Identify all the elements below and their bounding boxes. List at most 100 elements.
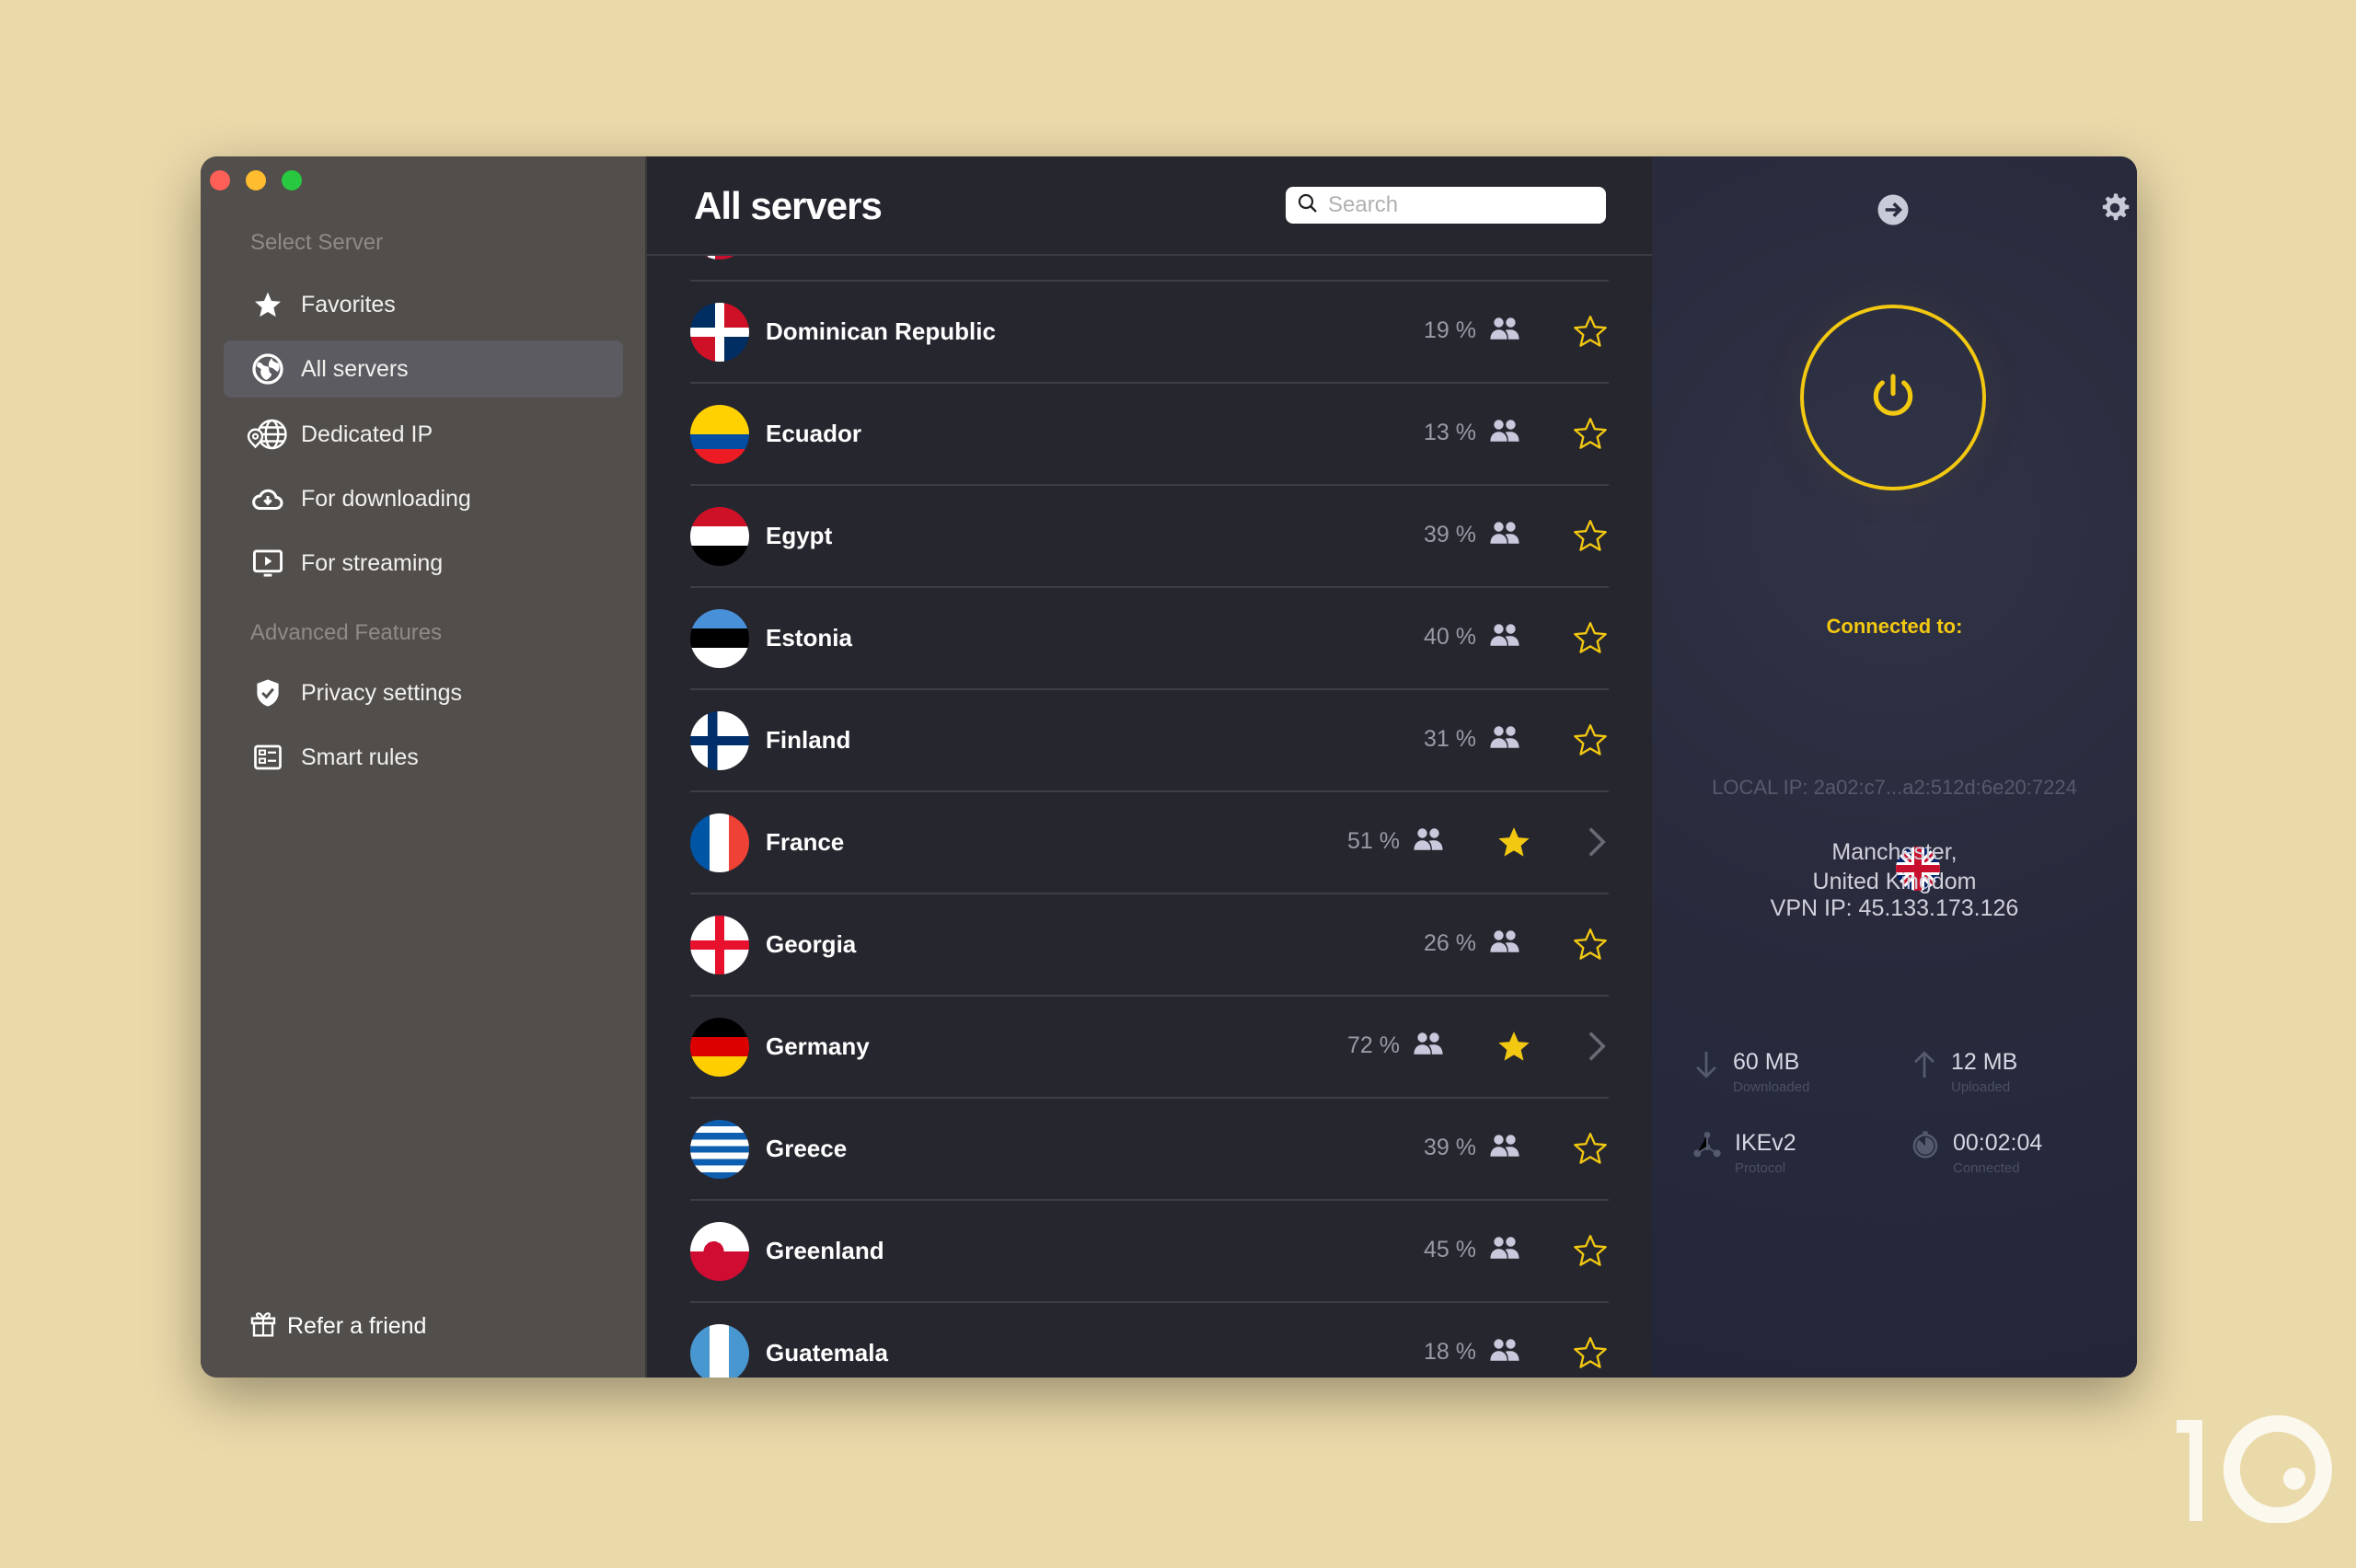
- close-button[interactable]: [210, 170, 230, 190]
- users-icon: [1413, 1032, 1444, 1060]
- server-row[interactable]: Finland 31 %: [690, 690, 1609, 792]
- sidebar-item-label: For streaming: [301, 549, 444, 576]
- server-load: 19 %: [1424, 317, 1476, 343]
- sidebar-item-privacy-settings[interactable]: Privacy settings: [224, 664, 623, 721]
- users-icon: [1489, 317, 1520, 345]
- star-outline-icon[interactable]: [1572, 1334, 1609, 1376]
- server-load: 45 %: [1424, 1237, 1476, 1262]
- users-icon: [1489, 521, 1520, 549]
- zoom-button[interactable]: [282, 170, 302, 190]
- flag-icon-do: [690, 302, 749, 362]
- downloaded-label: Downloaded: [1733, 1079, 1810, 1095]
- server-load: 39 %: [1424, 522, 1476, 548]
- server-country: United Kingdom: [1812, 869, 1977, 894]
- sidebar-item-label: For downloading: [301, 485, 471, 512]
- globe-pin-icon: [246, 418, 290, 451]
- uploaded-stat: 12 MB Uploaded: [1911, 1049, 2017, 1095]
- server-name: Germany: [766, 1032, 870, 1060]
- users-icon: [1489, 419, 1520, 447]
- connection-panel: Connected to: Manchester, United Kingdom…: [1652, 156, 2137, 1378]
- users-icon: [1489, 1338, 1520, 1366]
- star-outline-icon[interactable]: [1572, 1232, 1609, 1274]
- connect-power-button[interactable]: [1800, 305, 1986, 490]
- section-label-select-server: Select Server: [250, 230, 384, 255]
- flag-icon-ge: [690, 915, 749, 974]
- refer-label: Refer a friend: [287, 1313, 427, 1339]
- sidebar-item-for-streaming[interactable]: For streaming: [224, 535, 623, 592]
- server-load: 13 %: [1424, 420, 1476, 445]
- chevron-right-icon[interactable]: [1587, 825, 1607, 863]
- search-icon: [1297, 192, 1319, 219]
- flag-icon-eg: [690, 506, 749, 566]
- server-load: 31 %: [1424, 726, 1476, 752]
- star-outline-icon[interactable]: [1572, 721, 1609, 763]
- star-outline-icon[interactable]: [1572, 926, 1609, 967]
- server-row[interactable]: Georgia 26 %: [690, 894, 1609, 997]
- sidebar-item-label: Privacy settings: [301, 679, 463, 706]
- gift-icon: [248, 1309, 278, 1344]
- star-outline-icon[interactable]: [1572, 313, 1609, 354]
- sidebar: Select Server Favorites All servers Dedi…: [201, 156, 647, 1378]
- protocol-stat: IKEv2 Protocol: [1692, 1130, 1796, 1176]
- shield-check-icon: [246, 678, 290, 708]
- server-row[interactable]: Egypt 39 %: [690, 486, 1609, 588]
- section-label-advanced-features: Advanced Features: [250, 620, 443, 645]
- chevron-right-icon[interactable]: [1587, 1030, 1607, 1067]
- server-row[interactable]: Estonia 40 %: [690, 588, 1609, 690]
- downloaded-stat: 60 MB Downloaded: [1692, 1049, 1809, 1095]
- star-outline-icon[interactable]: [1572, 619, 1609, 661]
- sidebar-item-for-downloading[interactable]: For downloading: [224, 470, 623, 527]
- sidebar-item-label: Dedicated IP: [301, 421, 433, 447]
- server-row[interactable]: France 51 %: [690, 792, 1609, 894]
- watermark-logo: [2158, 1403, 2342, 1524]
- protocol-value: IKEv2: [1735, 1130, 1796, 1156]
- sidebar-item-all-servers[interactable]: All servers: [224, 340, 623, 398]
- server-load: 39 %: [1424, 1135, 1476, 1160]
- server-row[interactable]: Ecuador 13 %: [690, 384, 1609, 486]
- local-ip: LOCAL IP: 2a02:c7...a2:512d:6e20:7224: [1712, 776, 2077, 799]
- sidebar-item-dedicated-ip[interactable]: Dedicated IP: [224, 406, 623, 463]
- sidebar-item-favorites[interactable]: Favorites: [224, 276, 623, 333]
- rules-icon: [246, 744, 290, 770]
- app-window: Select Server Favorites All servers Dedi…: [201, 156, 2137, 1378]
- server-row[interactable]: Dominican Republic 19 %: [690, 282, 1609, 384]
- uploaded-value: 12 MB: [1951, 1049, 2018, 1075]
- server-row[interactable]: Guatemala 18 %: [690, 1303, 1609, 1378]
- flag-icon-gr: [690, 1119, 749, 1179]
- star-outline-icon[interactable]: [1572, 415, 1609, 456]
- flag-icon-gt: [690, 1323, 749, 1378]
- minimize-button[interactable]: [246, 170, 266, 190]
- star-filled-icon[interactable]: [1496, 1028, 1532, 1069]
- list-header: All servers: [647, 156, 1652, 256]
- users-icon: [1489, 623, 1520, 651]
- server-row[interactable]: Germany 72 %: [690, 997, 1609, 1099]
- sidebar-item-label: Smart rules: [301, 744, 419, 770]
- arrow-right-circle-icon[interactable]: [1877, 193, 1910, 231]
- server-city: Manchester,: [1831, 839, 1958, 865]
- users-icon: [1489, 929, 1520, 958]
- star-filled-icon[interactable]: [1496, 824, 1532, 865]
- flag-icon-fr: [690, 813, 749, 872]
- vpn-ip: VPN IP: 45.133.173.126: [1770, 895, 2019, 921]
- users-icon: [1413, 827, 1444, 856]
- protocol-nodes-icon: [1692, 1130, 1722, 1176]
- server-row[interactable]: Greenland 45 %: [690, 1201, 1609, 1303]
- duration-value: 00:02:04: [1953, 1130, 2043, 1156]
- server-list-panel: All servers Denmark 62 % Dominican Repub…: [647, 156, 1652, 1378]
- star-icon: [246, 290, 290, 319]
- search-input[interactable]: [1328, 192, 1586, 218]
- sidebar-item-label: All servers: [301, 355, 409, 382]
- star-outline-icon[interactable]: [1572, 1130, 1609, 1171]
- flag-icon-de: [690, 1017, 749, 1077]
- server-load: 18 %: [1424, 1339, 1476, 1365]
- protocol-label: Protocol: [1735, 1160, 1786, 1176]
- server-load: 40 %: [1424, 624, 1476, 650]
- refer-a-friend-link[interactable]: Refer a friend: [248, 1309, 426, 1344]
- connected-label: Connected to:: [1826, 615, 1963, 638]
- gear-icon[interactable]: [2098, 191, 2131, 229]
- search-box[interactable]: [1286, 187, 1606, 224]
- users-icon: [1489, 1134, 1520, 1162]
- sidebar-item-smart-rules[interactable]: Smart rules: [224, 729, 623, 786]
- star-outline-icon[interactable]: [1572, 517, 1609, 559]
- server-row[interactable]: Greece 39 %: [690, 1099, 1609, 1201]
